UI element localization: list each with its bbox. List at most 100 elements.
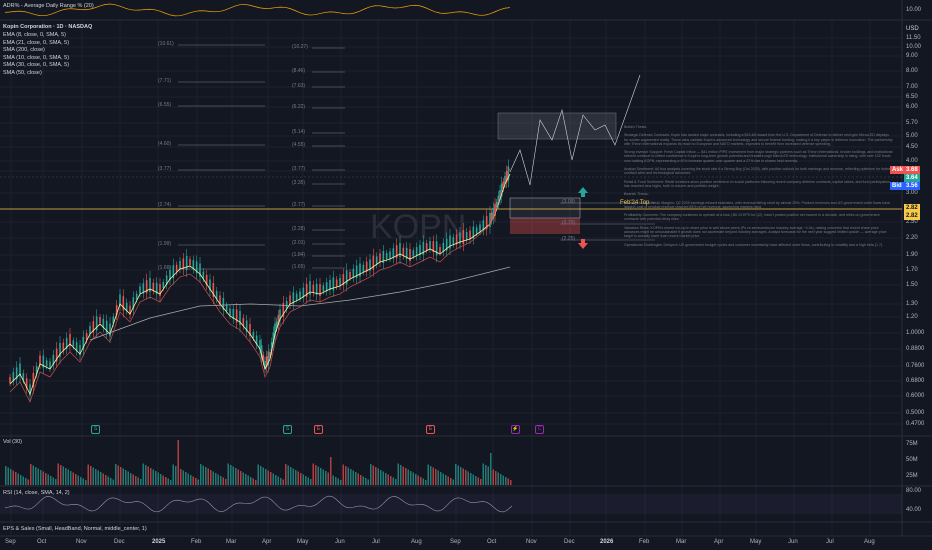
volume-bar bbox=[375, 467, 377, 485]
volume-bar bbox=[312, 463, 314, 485]
legend-item-1[interactable]: EMA (21, close, 0, SMA, 5) bbox=[3, 40, 69, 47]
price-scale-label: 1.20 bbox=[906, 314, 918, 320]
volume-bar bbox=[385, 473, 387, 485]
volume-bar bbox=[180, 469, 182, 485]
volume-bar bbox=[482, 463, 484, 485]
volume-bar bbox=[200, 464, 202, 485]
price-scale-label: 9.00 bbox=[906, 53, 918, 59]
rsi-label[interactable]: RSI (14, close, SMA, 14, 2) bbox=[3, 490, 70, 497]
legend-item-2[interactable]: SMA (200, close) bbox=[3, 47, 45, 54]
level-lower-tag: 2.82 bbox=[904, 212, 920, 220]
candle-body bbox=[179, 261, 181, 269]
volume-bar bbox=[15, 472, 17, 485]
volume-bar bbox=[505, 477, 507, 485]
rsi-line bbox=[0, 494, 902, 514]
volume-bar bbox=[297, 471, 299, 485]
volume-bar bbox=[282, 479, 284, 485]
volume-bar bbox=[475, 476, 477, 485]
candle-body bbox=[399, 243, 401, 257]
candle-body bbox=[379, 253, 381, 263]
time-axis-label: Jul bbox=[372, 539, 380, 545]
volume-bar bbox=[187, 473, 189, 485]
price-candles bbox=[9, 159, 510, 401]
currency-label[interactable]: USD bbox=[906, 26, 919, 32]
volume-bar bbox=[490, 453, 492, 485]
volume-bar bbox=[172, 464, 174, 485]
legend-item-4[interactable]: SMA (30, close, 0, SMA, 5) bbox=[3, 62, 69, 69]
thesis-paragraph: Bullish Thesis: bbox=[624, 125, 648, 129]
time-axis-label: Feb bbox=[191, 539, 202, 545]
volume-bar bbox=[500, 474, 502, 485]
time-axis-label: Jul bbox=[826, 539, 834, 545]
volume-bar bbox=[192, 476, 194, 485]
candle-body bbox=[295, 293, 298, 300]
volume-bar bbox=[497, 472, 499, 485]
thesis-paragraph: Profitability Concerns: The company cont… bbox=[624, 213, 880, 222]
volume-bar bbox=[112, 479, 114, 485]
price-scale-label: 0.5000 bbox=[906, 410, 925, 416]
event-marker-icon[interactable]: C bbox=[535, 425, 544, 434]
volume-bar bbox=[27, 479, 29, 485]
volume-bar bbox=[350, 469, 352, 485]
volume-label[interactable]: Vol (30) bbox=[3, 439, 22, 446]
volume-bar bbox=[380, 470, 382, 485]
legend-item-5[interactable]: SMA (50, close) bbox=[3, 70, 42, 77]
target-zone bbox=[497, 112, 617, 140]
fib-label-left: (4.60) bbox=[158, 141, 172, 147]
fib-label-mid: (5.14) bbox=[292, 129, 306, 135]
rsi-scale-40: 40.00 bbox=[906, 507, 922, 513]
volume-bar bbox=[132, 474, 134, 485]
time-axis-label: Nov bbox=[526, 539, 537, 545]
candle-body bbox=[335, 279, 338, 287]
trade-zones bbox=[497, 112, 617, 249]
event-marker-icon[interactable]: S bbox=[283, 425, 292, 434]
event-marker-icon[interactable]: S bbox=[91, 425, 100, 434]
volume-bar bbox=[232, 466, 234, 485]
volume-bar bbox=[320, 468, 322, 485]
event-marker-icon[interactable]: E bbox=[314, 425, 323, 434]
candle-body bbox=[402, 247, 405, 256]
price-scale-label: 4.50 bbox=[906, 144, 918, 150]
symbol-title[interactable]: Kopin Corporation · 1D · NASDAQ bbox=[3, 24, 92, 31]
volume-bar bbox=[165, 477, 167, 485]
volume-bar bbox=[367, 479, 369, 485]
volume-bar bbox=[270, 472, 272, 485]
volume-bar bbox=[77, 475, 79, 485]
chart-canvas[interactable]: KOPN bbox=[0, 0, 932, 550]
price-scale-label: 1.50 bbox=[906, 282, 918, 288]
candle-body bbox=[412, 250, 415, 257]
fib-label-left: (7.71) bbox=[158, 78, 172, 84]
volume-bar bbox=[440, 472, 442, 485]
volume-bar bbox=[457, 465, 459, 485]
volume-bar bbox=[477, 477, 479, 485]
volume-bar bbox=[257, 464, 259, 485]
volume-bar bbox=[22, 476, 24, 485]
time-axis-label: Oct bbox=[487, 539, 497, 545]
adr-indicator-label[interactable]: ADR% - Average Daily Range % (20) bbox=[3, 3, 94, 10]
legend-item-0[interactable]: EMA (8, close, 0, SMA, 5) bbox=[3, 32, 66, 39]
candle-body bbox=[389, 251, 391, 259]
time-axis-label: May bbox=[297, 539, 309, 545]
candle-body bbox=[415, 247, 418, 257]
volume-bar bbox=[207, 468, 209, 485]
volume-bar bbox=[37, 468, 39, 485]
volume-bar bbox=[217, 474, 219, 485]
volume-bar bbox=[390, 476, 392, 485]
volume-bar bbox=[255, 480, 257, 485]
candle-body bbox=[149, 278, 151, 292]
event-marker-icon[interactable]: ⚡ bbox=[511, 425, 520, 434]
event-marker-icon[interactable]: E bbox=[426, 425, 435, 434]
volume-bar bbox=[402, 466, 404, 485]
fib-label-left: (2.74) bbox=[158, 202, 172, 208]
candle-body bbox=[139, 286, 141, 294]
volume-bar bbox=[50, 476, 52, 485]
eps-sales-label[interactable]: EPS & Sales (Small, HeadBand, Normal, mi… bbox=[3, 526, 147, 533]
volume-bar bbox=[382, 471, 384, 485]
volume-bar bbox=[222, 477, 224, 485]
fib-label-right: (2.25) bbox=[562, 236, 576, 242]
legend-item-3[interactable]: SMA (10, close, 0, SMA, 5) bbox=[3, 55, 69, 62]
volume-bar bbox=[177, 440, 179, 485]
volume-bar bbox=[185, 472, 187, 485]
volume-bar bbox=[510, 480, 512, 485]
volume-scale-25m: 25M bbox=[906, 473, 918, 479]
